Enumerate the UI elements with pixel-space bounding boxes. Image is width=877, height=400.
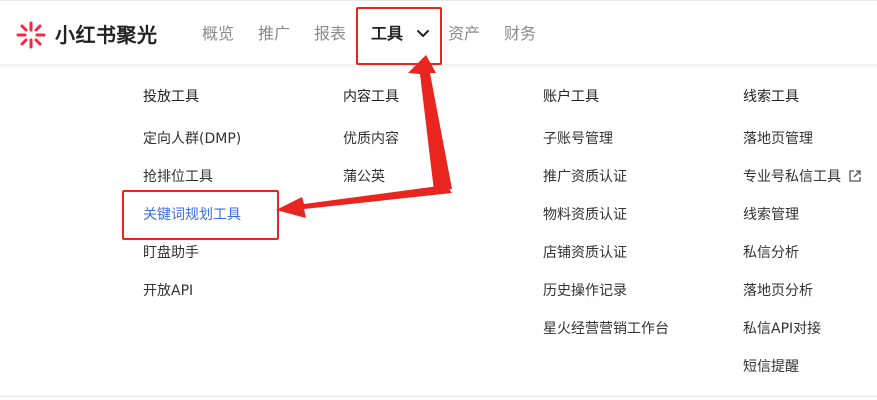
menu-item-ranking-tool[interactable]: 抢排位工具 xyxy=(143,167,213,187)
header-shadow xyxy=(0,65,877,69)
menu-item-promo-qualification[interactable]: 推广资质认证 xyxy=(543,167,627,187)
menu-item-quality-content[interactable]: 优质内容 xyxy=(343,129,399,149)
column-title-delivery-tools: 投放工具 xyxy=(143,89,199,105)
brand-name[interactable]: 小红书聚光 xyxy=(55,21,158,49)
menu-item-open-api[interactable]: 开放API xyxy=(143,281,193,301)
menu-item-dm-analysis[interactable]: 私信分析 xyxy=(743,243,799,263)
column-title-content-tools: 内容工具 xyxy=(343,89,399,105)
annotation-box-tools xyxy=(356,7,442,65)
menu-item-landing-page-mgmt[interactable]: 落地页管理 xyxy=(743,129,813,149)
menu-item-lead-mgmt[interactable]: 线索管理 xyxy=(743,205,799,225)
menu-item-pugongying[interactable]: 蒲公英 xyxy=(343,167,385,187)
nav-assets[interactable]: 资产 xyxy=(448,23,480,45)
menu-item-sub-accounts[interactable]: 子账号管理 xyxy=(543,129,613,149)
menu-item-landing-page-analysis[interactable]: 落地页分析 xyxy=(743,281,813,301)
menu-item-sms-reminder[interactable]: 短信提醒 xyxy=(743,357,799,377)
nav-overview[interactable]: 概览 xyxy=(202,23,234,45)
menu-item-operation-history[interactable]: 历史操作记录 xyxy=(543,281,627,301)
dropdown-bottom-border xyxy=(0,396,877,397)
nav-promotion[interactable]: 推广 xyxy=(258,23,290,45)
menu-item-monitor-assistant[interactable]: 盯盘助手 xyxy=(143,243,199,263)
menu-item-store-qualification[interactable]: 店铺资质认证 xyxy=(543,243,627,263)
column-title-account-tools: 账户工具 xyxy=(543,89,599,105)
nav-reports[interactable]: 报表 xyxy=(314,23,346,45)
menu-item-material-qualification[interactable]: 物料资质认证 xyxy=(543,205,627,225)
menu-item-dm-api[interactable]: 私信API对接 xyxy=(743,319,821,339)
starburst-logo-icon xyxy=(16,21,46,49)
nav-finance[interactable]: 财务 xyxy=(504,23,536,45)
menu-item-spark-workbench[interactable]: 星火经营营销工作台 xyxy=(543,319,669,339)
page: 小红书聚光 概览 推广 报表 工具 资产 财务 投放工具 定向人群(DMP) 抢… xyxy=(0,0,877,400)
annotation-box-keyword-planner xyxy=(122,190,279,240)
external-link-icon[interactable] xyxy=(848,169,862,183)
menu-item-dmp[interactable]: 定向人群(DMP) xyxy=(143,129,241,149)
column-title-lead-tools: 线索工具 xyxy=(743,89,799,105)
menu-item-pro-dm-tool[interactable]: 专业号私信工具 xyxy=(743,167,841,187)
